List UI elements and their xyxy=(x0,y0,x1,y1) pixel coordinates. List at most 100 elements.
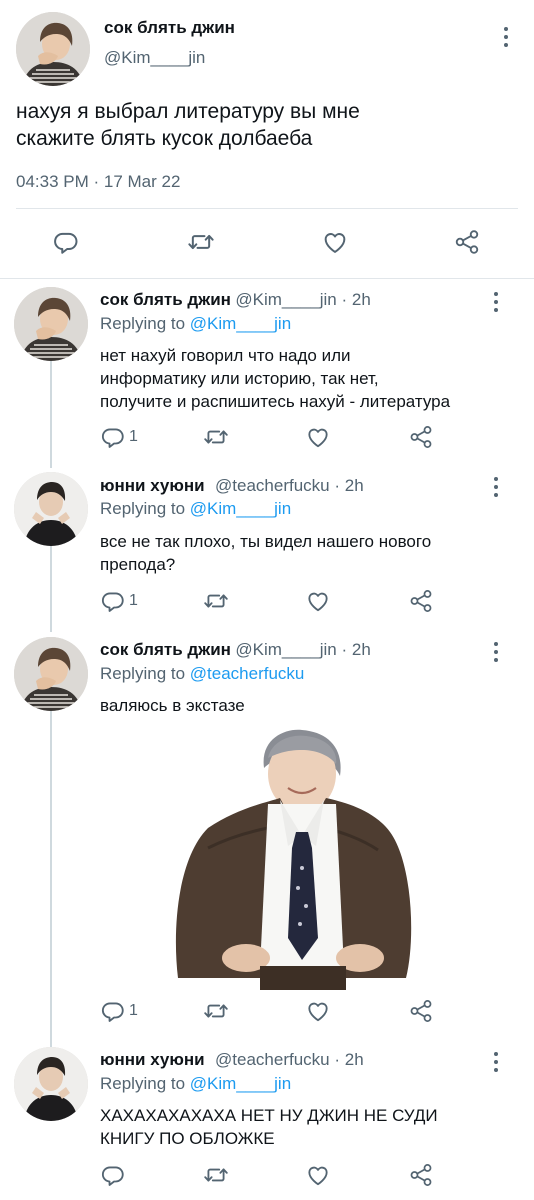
like-button[interactable] xyxy=(304,424,332,450)
reply-avatar[interactable] xyxy=(14,287,88,361)
avatar-photo xyxy=(14,1047,88,1121)
avatar-photo xyxy=(14,287,88,361)
reply-count: 1 xyxy=(129,592,138,609)
retweet-button[interactable] xyxy=(202,424,230,450)
reply-text-line: КНИГУ ПО ОБЛОЖКЕ xyxy=(100,1129,275,1148)
reply-more-icon[interactable] xyxy=(486,640,506,664)
main-tweet-avatar[interactable] xyxy=(16,12,90,86)
retweet-icon xyxy=(202,424,230,450)
main-tweet-text-line: нахуя я выбрал литературу вы мне xyxy=(16,100,360,123)
reply-icon xyxy=(52,228,80,256)
main-tweet-display-name[interactable]: сок блять джин xyxy=(104,18,235,38)
thread-line xyxy=(50,360,52,468)
retweet-button[interactable] xyxy=(202,588,230,614)
reply-text-line: валяюсь в экстазе xyxy=(100,696,245,715)
reply-avatar[interactable] xyxy=(14,472,88,546)
main-like-button[interactable] xyxy=(320,228,350,256)
share-icon xyxy=(453,228,481,256)
replying-to: Replying to @teacherfucku xyxy=(100,664,304,684)
reply-text-line: получите и распишитесь нахуй - литератур… xyxy=(100,392,451,411)
retweet-icon xyxy=(202,1162,230,1188)
reply-text-line: все не так плохо, ты видел нашего нового xyxy=(100,532,432,551)
reply-text-line: ХАХАХАХАХАХА НЕТ НУ ДЖИН НЕ СУДИ xyxy=(100,1106,438,1125)
reply-more-icon[interactable] xyxy=(486,1050,506,1074)
reply-icon xyxy=(100,588,126,614)
reply-handle[interactable]: @teacherfucku · 2h xyxy=(215,1050,364,1069)
reply-icon xyxy=(100,1162,126,1188)
avatar-photo xyxy=(16,12,90,86)
reply-text: ХАХАХАХАХАХА НЕТ НУ ДЖИН НЕ СУДИ КНИГУ П… xyxy=(100,1104,438,1150)
main-reply-button[interactable] xyxy=(52,228,80,256)
reply-handle[interactable]: @Kim____jin · 2h xyxy=(235,290,370,309)
replying-to-link[interactable]: @teacherfucku xyxy=(190,664,305,683)
reply-button[interactable]: 1 xyxy=(100,998,138,1024)
retweet-icon xyxy=(202,588,230,614)
reply-text: нет нахуй говорил что надо или информати… xyxy=(100,344,450,413)
main-tweet-handle[interactable]: @Kim____jin xyxy=(104,48,205,68)
attached-image[interactable] xyxy=(168,728,416,990)
retweet-button[interactable] xyxy=(202,998,230,1024)
share-button[interactable] xyxy=(408,1162,434,1188)
retweet-icon xyxy=(202,998,230,1024)
avatar-photo xyxy=(14,637,88,711)
like-button[interactable] xyxy=(304,998,332,1024)
like-icon xyxy=(320,228,350,256)
like-icon xyxy=(304,588,332,614)
like-icon xyxy=(304,998,332,1024)
reply-text-line: нет нахуй говорил что надо или xyxy=(100,346,351,365)
retweet-button[interactable] xyxy=(202,1162,230,1188)
like-icon xyxy=(304,1162,332,1188)
reply-more-icon[interactable] xyxy=(486,290,506,314)
reply-header: юнни хуюни @teacherfucku · 2h xyxy=(100,476,364,496)
reply-display-name[interactable]: юнни хуюни xyxy=(100,476,205,495)
reply-avatar[interactable] xyxy=(14,637,88,711)
reply-text: все не так плохо, ты видел нашего нового… xyxy=(100,530,431,576)
reply-header: юнни хуюни @teacherfucku · 2h xyxy=(100,1050,364,1070)
reply-display-name[interactable]: сок блять джин xyxy=(100,290,231,309)
replying-to-prefix: Replying to xyxy=(100,499,190,518)
reply-display-name[interactable]: юнни хуюни xyxy=(100,1050,205,1069)
reply-handle[interactable]: @teacherfucku · 2h xyxy=(215,476,364,495)
reply-more-icon[interactable] xyxy=(486,475,506,499)
share-icon xyxy=(408,424,434,450)
person-photo xyxy=(168,728,416,990)
main-share-button[interactable] xyxy=(453,228,481,256)
main-tweet-text: нахуя я выбрал литературу вы мне скажите… xyxy=(16,98,360,152)
avatar-photo xyxy=(14,472,88,546)
reply-icon xyxy=(100,424,126,450)
main-tweet-text-line: скажите блять кусок долбаеба xyxy=(16,127,313,150)
replying-to-link[interactable]: @Kim____jin xyxy=(190,314,291,333)
thread-line xyxy=(50,546,52,632)
reply-display-name[interactable]: сок блять джин xyxy=(100,640,231,659)
replying-to-link[interactable]: @Kim____jin xyxy=(190,499,291,518)
reply-avatar[interactable] xyxy=(14,1047,88,1121)
reply-text-line: информатику или историю, так нет, xyxy=(100,369,379,388)
share-button[interactable] xyxy=(408,588,434,614)
reply-icon xyxy=(100,998,126,1024)
replying-to: Replying to @Kim____jin xyxy=(100,314,291,334)
reply-text-line: препода? xyxy=(100,555,176,574)
share-icon xyxy=(408,998,434,1024)
replying-to: Replying to @Kim____jin xyxy=(100,499,291,519)
reply-header: сок блять джин @Kim____jin · 2h xyxy=(100,290,371,310)
reply-button[interactable]: 1 xyxy=(100,424,138,450)
like-button[interactable] xyxy=(304,1162,332,1188)
thread-line xyxy=(50,711,52,1047)
replying-to-prefix: Replying to xyxy=(100,664,190,683)
main-tweet-more-icon[interactable] xyxy=(496,25,516,49)
reply-button[interactable] xyxy=(100,1162,129,1188)
reply-count: 1 xyxy=(129,1002,138,1019)
reply-header: сок блять джин @Kim____jin · 2h xyxy=(100,640,371,660)
share-button[interactable] xyxy=(408,424,434,450)
retweet-icon xyxy=(186,228,216,256)
replying-to: Replying to @Kim____jin xyxy=(100,1074,291,1094)
like-icon xyxy=(304,424,332,450)
share-button[interactable] xyxy=(408,998,434,1024)
reply-handle[interactable]: @Kim____jin · 2h xyxy=(235,640,370,659)
reply-count: 1 xyxy=(129,428,138,445)
main-tweet-timestamp: 04:33 PM · 17 Mar 22 xyxy=(16,172,181,191)
like-button[interactable] xyxy=(304,588,332,614)
replying-to-link[interactable]: @Kim____jin xyxy=(190,1074,291,1093)
main-retweet-button[interactable] xyxy=(186,228,216,256)
reply-button[interactable]: 1 xyxy=(100,588,138,614)
